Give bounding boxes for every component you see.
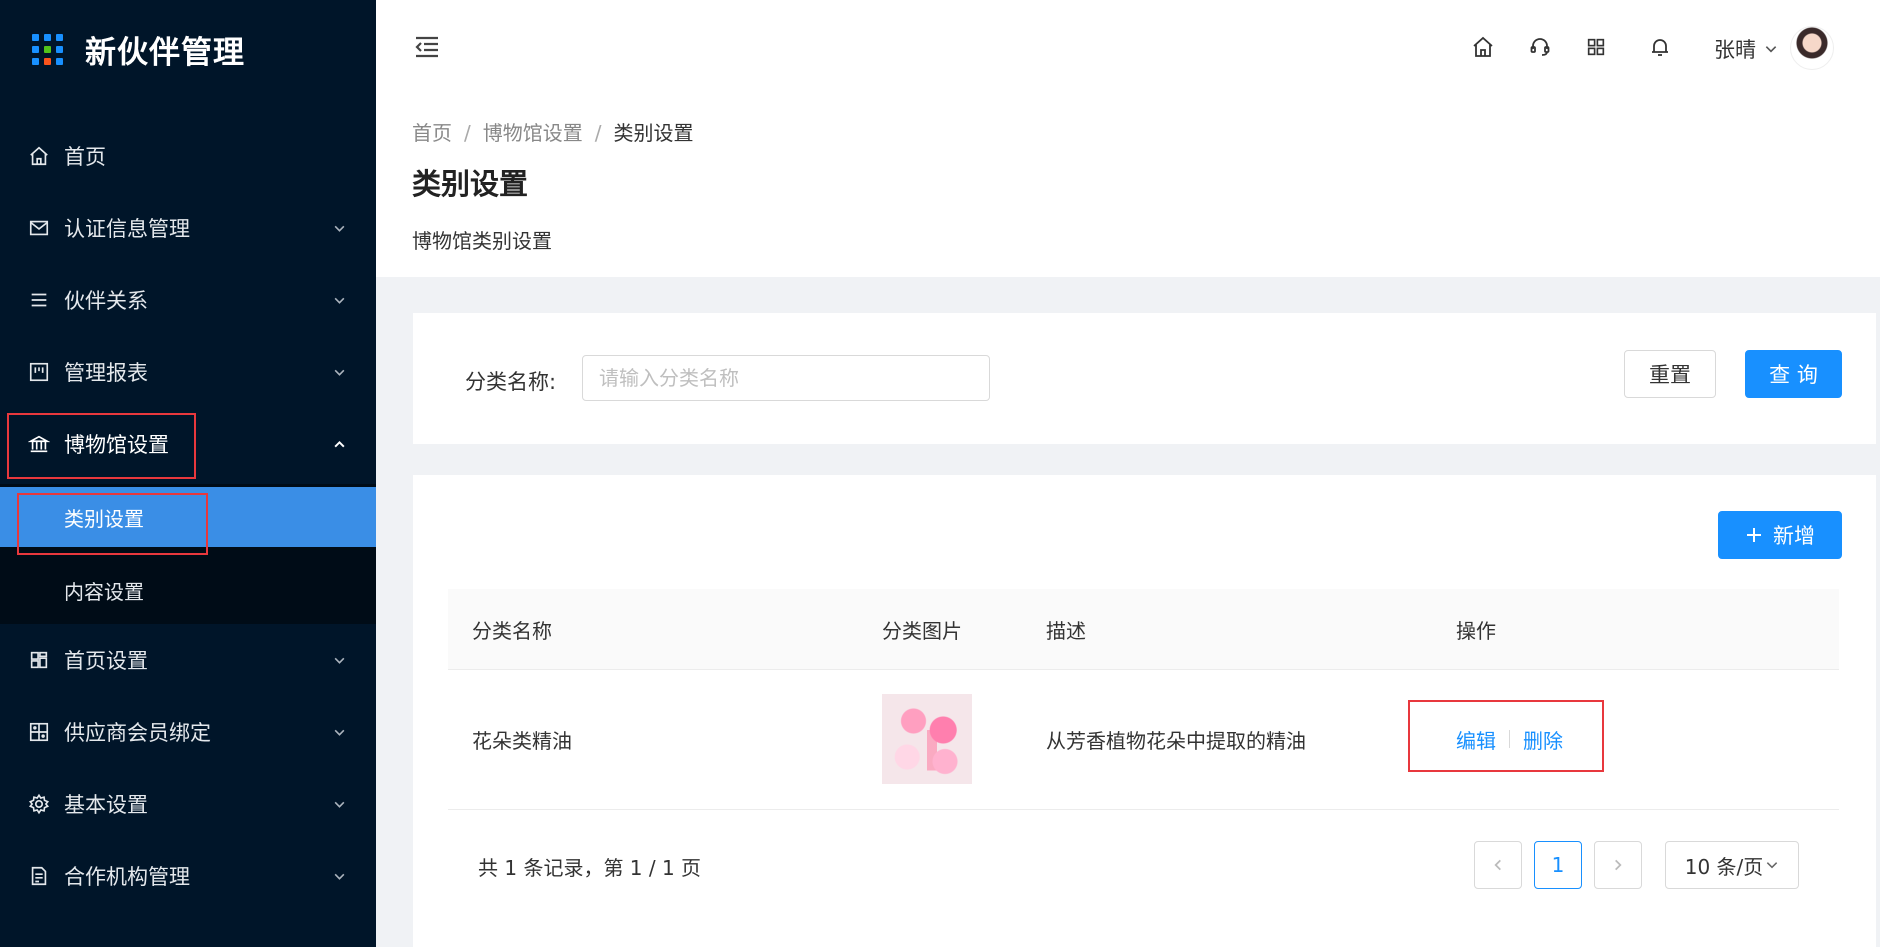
breadcrumb-separator: / — [464, 121, 471, 145]
actions-cell: 编辑 删除 — [1456, 669, 1563, 809]
column-header: 分类图片 — [882, 618, 962, 643]
chevron-down-icon — [332, 725, 346, 739]
doc-icon — [27, 864, 51, 888]
column-header: 分类名称 — [472, 618, 552, 643]
sidebar-item-label: 伙伴关系 — [64, 289, 148, 313]
breadcrumb-item[interactable]: 博物馆设置 — [483, 121, 583, 145]
report-icon — [27, 360, 51, 384]
sidebar-item-supplier-binding[interactable]: 供应商会员绑定 — [0, 696, 376, 768]
add-button-label: 新增 — [1773, 524, 1815, 548]
category-image — [882, 694, 972, 784]
sidebar-item-partner-org[interactable]: 合作机构管理 — [0, 840, 376, 912]
sidebar-item-label: 基本设置 — [64, 793, 148, 817]
brand[interactable]: 新伙伴管理 — [32, 24, 245, 74]
query-button[interactable]: 查 询 — [1745, 350, 1842, 398]
sidebar-item-home[interactable]: 首页 — [0, 120, 376, 192]
delete-link[interactable]: 删除 — [1523, 725, 1563, 754]
sidebar-item-label: 首页 — [64, 145, 106, 169]
chevron-down-icon — [1765, 858, 1779, 872]
sidebar-subitem-category-settings[interactable]: 类别设置 — [0, 487, 376, 547]
page-size-value: 10 条/页 — [1684, 854, 1764, 879]
sidebar-item-label: 管理报表 — [64, 361, 148, 385]
sidebar-item-certification[interactable]: 认证信息管理 — [0, 192, 376, 264]
gear-icon — [27, 792, 51, 816]
next-page-button[interactable] — [1594, 841, 1642, 889]
chevron-down-icon — [332, 293, 346, 307]
logo-grid-icon — [32, 33, 63, 65]
sidebar-item-label: 首页设置 — [64, 649, 148, 673]
edit-link[interactable]: 编辑 — [1456, 725, 1496, 754]
home-icon[interactable] — [1468, 32, 1498, 62]
chevron-left-icon — [1491, 858, 1505, 872]
sidebar-subitem-label: 内容设置 — [64, 579, 144, 604]
chevron-down-icon — [332, 653, 346, 667]
category-name-input[interactable] — [582, 355, 990, 401]
chevron-down-icon — [1764, 42, 1778, 56]
action-divider — [1509, 730, 1510, 748]
sidebar-item-label: 合作机构管理 — [64, 865, 190, 889]
avatar[interactable] — [1790, 26, 1834, 70]
sidebar-item-museum-settings[interactable]: 博物馆设置 — [0, 408, 376, 480]
menu-fold-icon[interactable] — [412, 32, 442, 62]
breadcrumb: 首页 / 博物馆设置 / 类别设置 — [412, 117, 694, 146]
column-header: 操作 — [1456, 618, 1496, 643]
breadcrumb-separator: / — [594, 121, 602, 145]
search-label: 分类名称: — [465, 370, 557, 394]
bell-icon[interactable] — [1645, 32, 1675, 62]
chevron-down-icon — [332, 221, 346, 235]
table-panel: 新增 分类名称 分类图片 描述 操作 花朵类精油 从芳香植物花朵中提取的精油 编… — [413, 475, 1876, 947]
breadcrumb-item[interactable]: 首页 — [412, 121, 452, 145]
page-subtitle: 博物馆类别设置 — [412, 229, 552, 253]
home-icon — [27, 144, 51, 168]
chevron-right-icon — [1611, 858, 1625, 872]
sidebar-item-homepage-settings[interactable]: 首页设置 — [0, 624, 376, 696]
bank-icon — [27, 432, 51, 456]
pagination-total: 共 1 条记录，第 1 / 1 页 — [478, 856, 702, 880]
sidebar-item-partners[interactable]: 伙伴关系 — [0, 264, 376, 336]
column-header: 描述 — [1046, 618, 1086, 643]
prev-page-button[interactable] — [1474, 841, 1522, 889]
apps-icon[interactable] — [1581, 32, 1611, 62]
reset-button[interactable]: 重置 — [1624, 350, 1716, 398]
description-cell: 从芳香植物花朵中提取的精油 — [1046, 728, 1306, 753]
chevron-down-icon — [332, 797, 346, 811]
table-row: 花朵类精油 从芳香植物花朵中提取的精油 编辑 删除 — [448, 669, 1839, 810]
add-button[interactable]: 新增 — [1718, 511, 1842, 559]
headset-icon[interactable] — [1525, 32, 1555, 62]
chevron-down-icon — [332, 869, 346, 883]
top-header: 张晴 — [376, 0, 1880, 95]
mail-icon — [27, 216, 51, 240]
sidebar-item-label: 供应商会员绑定 — [64, 721, 211, 745]
breadcrumb-current: 类别设置 — [613, 121, 694, 145]
page-header: 首页 / 博物馆设置 / 类别设置 类别设置 博物馆类别设置 — [376, 95, 1880, 277]
sidebar-subitem-content-settings[interactable]: 内容设置 — [0, 560, 376, 620]
sidebar: 新伙伴管理 首页 认证信息管理 伙伴关系 管理报表 博物馆设置 类别设置 内容设… — [0, 0, 376, 947]
user-name: 张晴 — [1714, 38, 1756, 62]
list-icon — [27, 288, 51, 312]
sidebar-item-basic-settings[interactable]: 基本设置 — [0, 768, 376, 840]
user-menu[interactable]: 张晴 — [1714, 34, 1778, 64]
sidebar-item-label: 博物馆设置 — [64, 433, 169, 457]
chevron-up-icon — [332, 437, 346, 451]
chevron-down-icon — [332, 365, 346, 379]
page-number-button[interactable]: 1 — [1534, 841, 1582, 889]
sidebar-item-reports[interactable]: 管理报表 — [0, 336, 376, 408]
sidebar-subitem-label: 类别设置 — [64, 506, 144, 531]
brand-title: 新伙伴管理 — [85, 34, 245, 71]
page-size-select[interactable]: 10 条/页 — [1665, 841, 1799, 889]
sidebar-item-label: 认证信息管理 — [64, 217, 190, 241]
grid-icon — [27, 720, 51, 744]
plus-icon — [1745, 526, 1763, 544]
category-name-cell: 花朵类精油 — [472, 728, 572, 753]
layout-icon — [27, 648, 51, 672]
search-panel: 分类名称: 重置 查 询 — [413, 313, 1876, 444]
page-title: 类别设置 — [412, 167, 529, 201]
table-header: 分类名称 分类图片 描述 操作 — [448, 589, 1839, 670]
